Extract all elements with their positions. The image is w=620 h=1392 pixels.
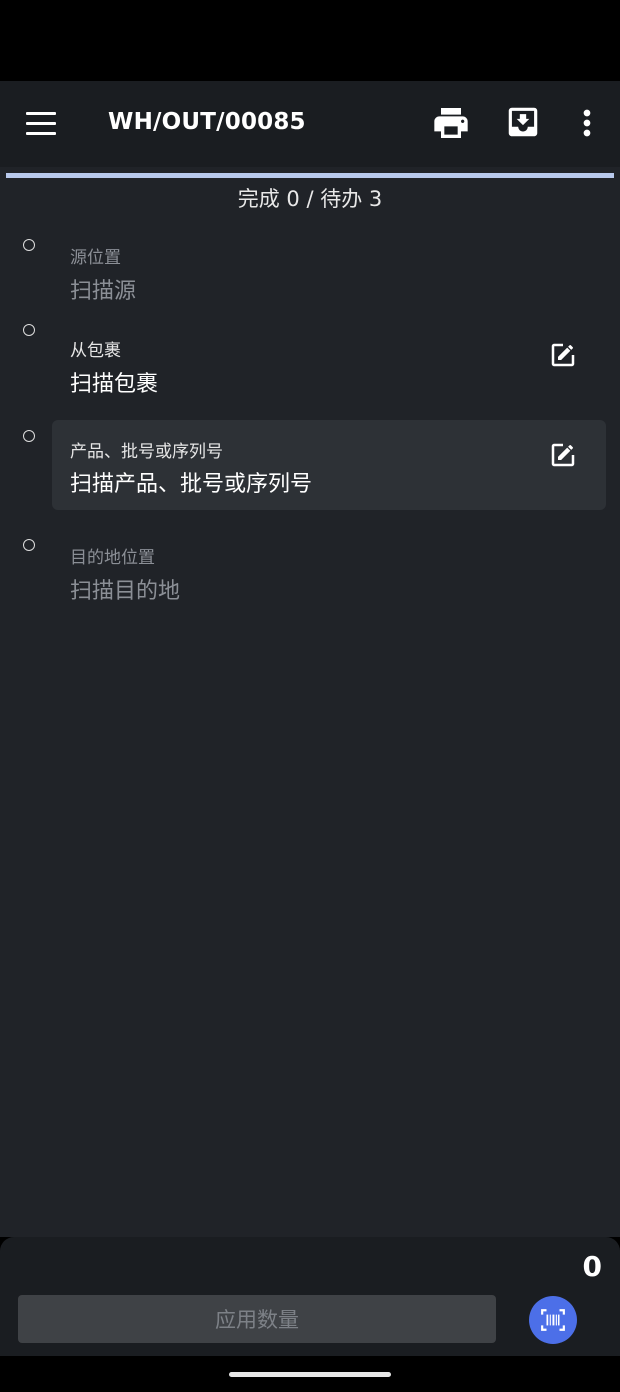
page-title: WH/OUT/00085 — [108, 109, 306, 135]
step-value: 扫描包裹 — [70, 372, 159, 397]
main-content: 完成 0 / 待办 3 源位置 扫描源 从包裹 扫描包裹 产品、批号或序列号 扫… — [0, 167, 620, 1237]
step-indicator-icon — [23, 539, 35, 551]
step-value: 扫描产品、批号或序列号 — [70, 472, 313, 497]
system-nav-bar — [0, 1356, 620, 1392]
step-indicator-icon — [23, 430, 35, 442]
step-label: 从包裹 — [70, 341, 121, 361]
progress-summary: 完成 0 / 待办 3 — [237, 187, 383, 211]
step-value: 扫描源 — [70, 279, 137, 304]
step-value: 扫描目的地 — [70, 579, 181, 604]
status-bar — [0, 0, 620, 81]
progress-bar — [6, 173, 614, 178]
step-label: 源位置 — [70, 248, 121, 268]
barcode-scan-icon[interactable] — [529, 1296, 577, 1344]
bottom-panel: 0 应用数量 — [0, 1237, 620, 1356]
download-icon[interactable] — [504, 103, 544, 143]
printer-icon[interactable] — [431, 103, 471, 143]
app-bar: WH/OUT/00085 — [0, 81, 620, 167]
more-vertical-icon[interactable] — [567, 103, 607, 143]
step-label: 目的地位置 — [70, 548, 155, 568]
apply-quantity-button[interactable]: 应用数量 — [18, 1295, 496, 1343]
step-indicator-icon — [23, 324, 35, 336]
edit-icon[interactable] — [548, 440, 578, 470]
quantity-display: 0 — [582, 1250, 602, 1283]
step-indicator-icon — [23, 239, 35, 251]
edit-icon[interactable] — [548, 340, 578, 370]
menu-icon[interactable] — [26, 111, 58, 137]
step-label: 产品、批号或序列号 — [70, 442, 223, 462]
home-gesture-handle[interactable] — [229, 1372, 391, 1377]
